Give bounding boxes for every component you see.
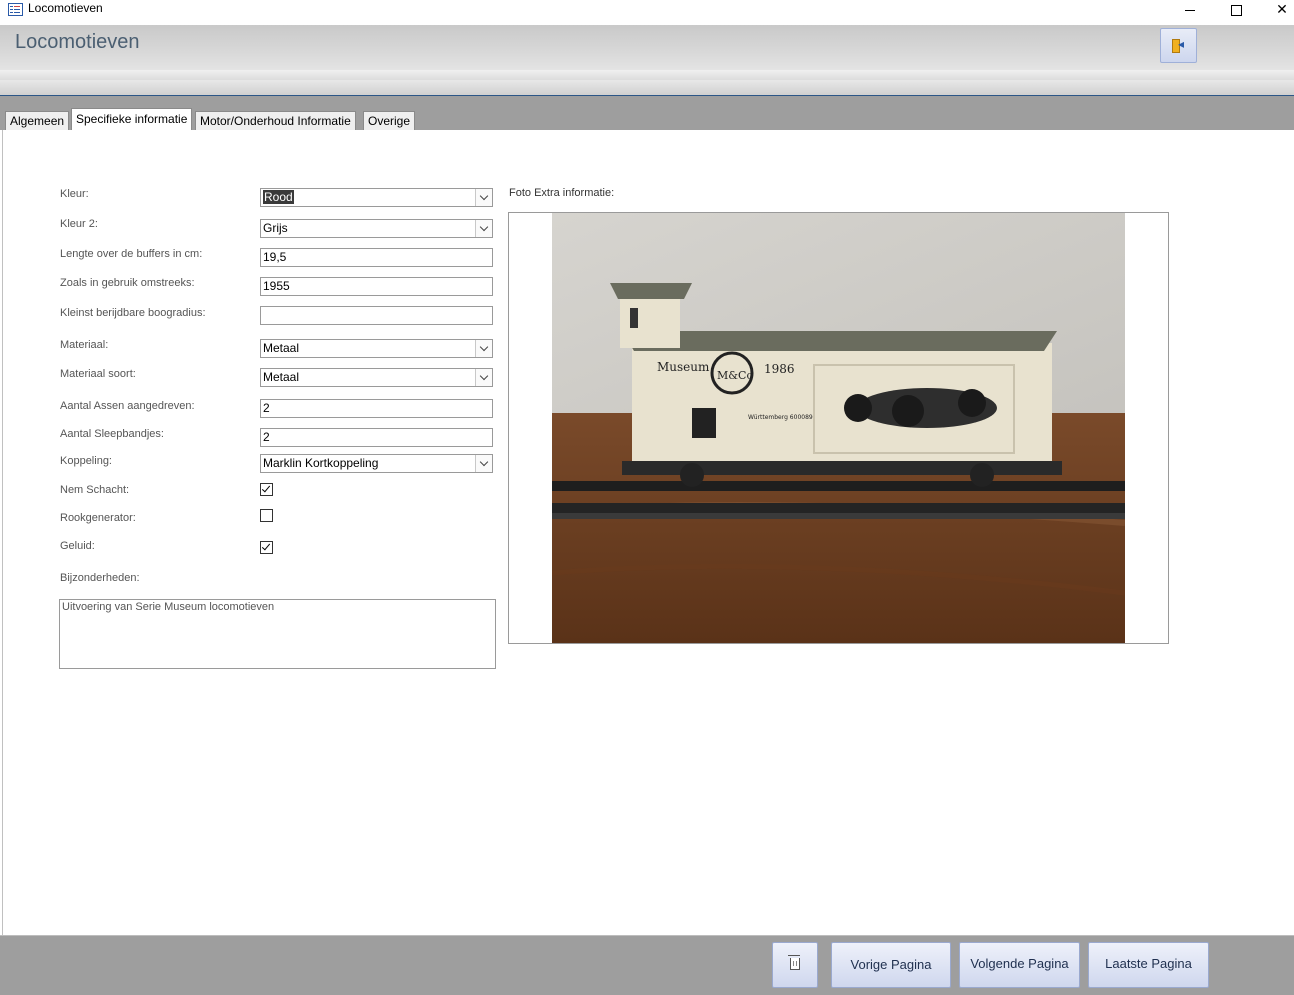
wagon-text-small: Württemberg 600089: [748, 414, 813, 421]
lengte-label: Lengte over de buffers in cm:: [60, 248, 203, 260]
last-page-button[interactable]: Laatste Pagina: [1088, 942, 1209, 988]
gebruik-input[interactable]: 1955: [260, 277, 493, 296]
gebruik-label: Zoals in gebruik omstreeks:: [60, 277, 195, 289]
chevron-down-icon[interactable]: [475, 220, 492, 237]
sleepbandjes-input[interactable]: 2: [260, 428, 493, 447]
nem-schacht-checkbox[interactable]: [260, 483, 273, 496]
chevron-down-icon[interactable]: [475, 189, 492, 206]
exit-arrow-icon: ◂: [1178, 37, 1185, 51]
koppeling-combo[interactable]: Marklin Kortkoppeling: [260, 454, 493, 473]
kleur-label: Kleur:: [60, 188, 89, 200]
nem-schacht-label: Nem Schacht:: [60, 484, 130, 496]
photo-frame: Museum M&Co 1986 Württemberg 600089: [508, 212, 1169, 644]
header-band-lower: [0, 80, 1294, 95]
exit-button[interactable]: ◂: [1160, 28, 1197, 63]
chevron-down-icon[interactable]: [475, 340, 492, 357]
bijzonderheden-textarea[interactable]: Uitvoering van Serie Museum locomotieven: [59, 599, 496, 669]
wagon-photo: Museum M&Co 1986 Württemberg 600089: [552, 213, 1125, 643]
materiaal-combo[interactable]: Metaal: [260, 339, 493, 358]
wagon-text-year: 1986: [764, 362, 795, 376]
window-title: Locomotieven: [28, 1, 103, 15]
materiaal-soort-label: Materiaal soort:: [60, 368, 136, 380]
koppeling-value: Marklin Kortkoppeling: [263, 456, 379, 470]
geluid-label: Geluid:: [60, 540, 95, 552]
form-footer: Vorige Pagina Volgende Pagina Laatste Pa…: [0, 935, 1294, 995]
koppeling-label: Koppeling:: [60, 455, 112, 467]
delete-button[interactable]: [772, 942, 818, 988]
kleur2-combo[interactable]: Grijs: [260, 219, 493, 238]
boogradius-label: Kleinst berijdbare boogradius:: [60, 307, 206, 319]
lengte-input[interactable]: 19,5: [260, 248, 493, 267]
kleur2-value: Grijs: [263, 221, 288, 235]
minimize-button[interactable]: [1170, 0, 1210, 18]
previous-page-button[interactable]: Vorige Pagina: [831, 942, 951, 988]
maximize-icon: [1230, 4, 1242, 16]
photo-label: Foto Extra informatie:: [509, 187, 615, 199]
close-button[interactable]: ✕: [1262, 0, 1294, 18]
wagon-photo-image: Museum M&Co 1986 Württemberg 600089: [552, 213, 1125, 643]
header-band: [0, 70, 1294, 80]
tab-algemeen[interactable]: Algemeen: [5, 111, 70, 130]
materiaal-value: Metaal: [263, 341, 300, 355]
assen-input[interactable]: 2: [260, 399, 493, 418]
sleepbandjes-label: Aantal Sleepbandjes:: [60, 428, 164, 440]
window-titlebar: Locomotieven ✕: [0, 0, 1294, 20]
app-form-icon: [8, 3, 23, 16]
page-title: Locomotieven: [15, 31, 140, 53]
tab-specifieke-informatie[interactable]: Specifieke informatie: [71, 108, 193, 131]
tab-motor-onderhoud[interactable]: Motor/Onderhoud Informatie: [195, 111, 356, 130]
rookgenerator-label: Rookgenerator:: [60, 512, 136, 524]
rookgenerator-checkbox[interactable]: [260, 509, 273, 522]
minimize-icon: [1185, 9, 1195, 11]
materiaal-label: Materiaal:: [60, 339, 109, 351]
bijzonderheden-label: Bijzonderheden:: [60, 572, 140, 584]
kleur-value: Rood: [263, 190, 294, 204]
materiaal-soort-combo[interactable]: Metaal: [260, 368, 493, 387]
geluid-checkbox[interactable]: [260, 541, 273, 554]
wagon-text-museum: Museum: [657, 360, 710, 374]
tab-overige[interactable]: Overige: [363, 111, 416, 130]
boogradius-input[interactable]: [260, 306, 493, 325]
chevron-down-icon[interactable]: [475, 369, 492, 386]
kleur-combo[interactable]: Rood: [260, 188, 493, 207]
chevron-down-icon[interactable]: [475, 455, 492, 472]
maximize-button[interactable]: [1216, 0, 1256, 18]
next-page-button[interactable]: Volgende Pagina: [959, 942, 1080, 988]
close-icon: ✕: [1276, 1, 1288, 17]
wagon-logo-text: M&Co: [717, 369, 753, 382]
kleur2-label: Kleur 2:: [60, 218, 98, 230]
materiaal-soort-value: Metaal: [263, 370, 300, 384]
trash-icon: [788, 955, 800, 970]
form-header: Locomotieven ◂: [0, 25, 1294, 70]
assen-label: Aantal Assen aangedreven:: [60, 400, 195, 412]
